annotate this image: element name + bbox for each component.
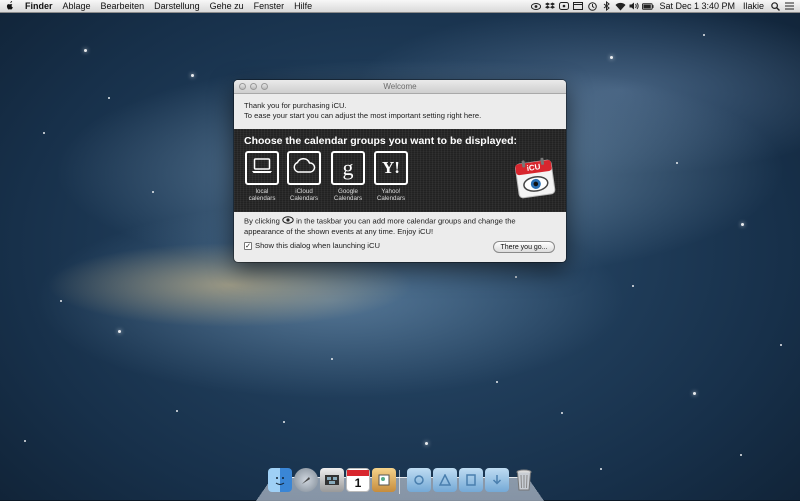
calendar-groups-heading: Choose the calendar groups you want to b… <box>244 135 518 147</box>
menubar-clock[interactable]: Sat Dec 1 3:40 PM <box>655 1 739 11</box>
group-label-line1: local <box>255 188 269 195</box>
menu-fenster[interactable]: Fenster <box>249 0 290 12</box>
apple-menu-icon[interactable] <box>0 0 20 12</box>
there-you-go-button[interactable]: There you go... <box>493 241 555 253</box>
window-titlebar[interactable]: Welcome <box>234 80 566 94</box>
calendar-icon[interactable]: 1 <box>346 468 370 492</box>
laptop-icon <box>251 157 273 179</box>
intro-line-1: Thank you for purchasing iCU. <box>244 101 347 110</box>
group-label: Google Calendars <box>329 188 367 202</box>
show-dialog-label[interactable]: Show this dialog when launching iCU <box>255 241 380 250</box>
yahoo-calendars-toggle[interactable]: Y! <box>374 151 408 185</box>
folder-icon[interactable] <box>407 468 431 492</box>
window-icon[interactable] <box>572 0 584 12</box>
google-calendars-toggle[interactable]: g <box>331 151 365 185</box>
group-label-line1: Yahoo! <box>381 188 401 195</box>
footer-text-line2: appearance of the shown events at any ti… <box>244 227 434 236</box>
group-label: Yahoo! Calendars <box>372 188 410 202</box>
notification-list-icon[interactable] <box>783 0 795 12</box>
group-local-calendars[interactable]: local calendars <box>243 151 281 202</box>
footer-text: By clicking in the taskbar you can add m… <box>244 216 556 237</box>
menu-bar: Finder Ablage Bearbeiten Darstellung Geh… <box>0 0 800 13</box>
eye-icon <box>282 216 294 227</box>
footer-text-part2: in the taskbar you can add more calendar… <box>296 216 516 226</box>
window-title: Welcome <box>383 82 417 91</box>
group-label-line2: calendars <box>248 195 276 202</box>
volume-icon[interactable] <box>628 0 640 12</box>
menu-hilfe[interactable]: Hilfe <box>289 0 317 12</box>
group-label: local calendars <box>243 188 281 202</box>
preview-icon[interactable] <box>372 468 396 492</box>
intro-line-2: To ease your start you can adjust the mo… <box>244 111 482 120</box>
launchpad-icon[interactable] <box>294 468 318 492</box>
show-dialog-checkbox[interactable]: ✓ <box>244 241 252 250</box>
menu-darstellung[interactable]: Darstellung <box>149 0 205 12</box>
group-label-line2: Calendars <box>333 195 363 202</box>
menu-finder[interactable]: Finder <box>20 0 58 12</box>
group-label: iCloud Calendars <box>285 188 323 202</box>
intro-text: Thank you for purchasing iCU. To ease yo… <box>234 94 566 121</box>
show-dialog-option[interactable]: ✓ Show this dialog when launching iCU <box>244 241 380 250</box>
applications-icon[interactable] <box>433 468 457 492</box>
trash-icon[interactable] <box>512 468 536 492</box>
menu-bearbeiten[interactable]: Bearbeiten <box>96 0 150 12</box>
dropbox-icon[interactable] <box>544 0 556 12</box>
group-label-line1: Google <box>338 188 358 195</box>
menu-ablage[interactable]: Ablage <box>58 0 96 12</box>
wifi-icon[interactable] <box>614 0 626 12</box>
group-icloud-calendars[interactable]: iCloud Calendars <box>285 151 323 202</box>
mail-icon[interactable] <box>558 0 570 12</box>
dock-separator <box>399 470 400 494</box>
local-calendars-toggle[interactable] <box>245 151 279 185</box>
welcome-window: Welcome Thank you for purchasing iCU. To… <box>234 80 566 262</box>
group-google-calendars[interactable]: g Google Calendars <box>329 151 367 202</box>
cloud-icon <box>292 157 316 178</box>
group-label-line1: iCloud <box>295 188 313 195</box>
google-icon: g <box>342 155 354 180</box>
history-icon[interactable] <box>586 0 598 12</box>
calendar-day: 1 <box>354 476 362 490</box>
menu-gehe-zu[interactable]: Gehe zu <box>205 0 249 12</box>
menubar-user[interactable]: Ilakie <box>739 1 768 11</box>
mission-control-icon[interactable] <box>320 468 344 492</box>
calendar-groups-panel: Choose the calendar groups you want to b… <box>234 129 566 212</box>
finder-icon[interactable] <box>268 468 292 492</box>
group-label-line2: Calendars <box>289 195 319 202</box>
icu-logo: iCU <box>512 155 557 200</box>
group-label-line2: Calendars <box>376 195 406 202</box>
documents-icon[interactable] <box>459 468 483 492</box>
group-yahoo-calendars[interactable]: Y! Yahoo! Calendars <box>372 151 410 202</box>
downloads-icon[interactable] <box>485 468 509 492</box>
spotlight-search-icon[interactable] <box>769 0 781 12</box>
bluetooth-icon[interactable] <box>600 0 612 12</box>
icloud-calendars-toggle[interactable] <box>287 151 321 185</box>
eye-icon[interactable] <box>530 0 542 12</box>
footer-text-part1: By clicking <box>244 216 280 226</box>
battery-icon[interactable] <box>642 0 654 12</box>
yahoo-icon: Y! <box>382 158 400 177</box>
